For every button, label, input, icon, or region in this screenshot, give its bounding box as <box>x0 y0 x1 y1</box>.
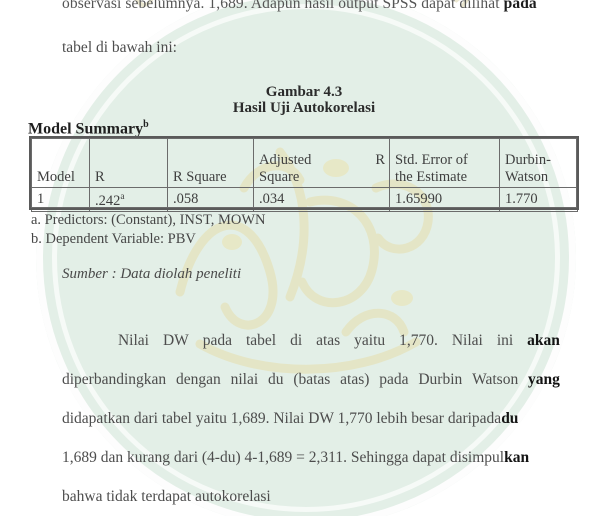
durbin-line2: Watson <box>505 169 549 185</box>
cell-durbin-watson: 1.770 <box>499 187 578 212</box>
p3-text: didapatkan dari tabel yaitu 1,689. Nilai… <box>62 410 502 427</box>
p5-text: bahwa tidak terdapat autokorelasi <box>62 488 271 505</box>
figure-caption-title: Hasil Uji Autokorelasi <box>232 100 376 116</box>
column-header-durbin-watson: Durbin- Watson <box>499 138 578 188</box>
p2-w1: dengan <box>176 371 221 388</box>
adjusted-r-word: R <box>375 152 385 168</box>
cell-r: .242a <box>89 187 168 212</box>
column-header-std-error: Std. Error of the Estimate <box>389 138 500 188</box>
p1-w5: atas <box>316 332 341 349</box>
p2-w5: atas) <box>340 371 370 388</box>
paragraph-line-5: bahwa tidak terdapat autokorelasi <box>62 488 271 506</box>
paragraph-line-1: Nilai DW pada tabel di atas yaitu 1,770.… <box>62 332 560 350</box>
clipped-top-line-tail: pada <box>503 0 537 12</box>
page-content: observasi sebelumnya. 1,689. Adapun hasi… <box>0 0 608 516</box>
paragraph-indent <box>62 332 104 350</box>
p4-tail: kan <box>504 449 530 466</box>
column-header-r: R <box>89 138 168 188</box>
p1-w6: yaitu <box>354 332 386 349</box>
p2-w3: du <box>267 371 284 388</box>
cell-model: 1 <box>31 187 90 212</box>
p2-w0: diperbandingkan <box>62 371 167 388</box>
table-footnote-a: a. Predictors: (Constant), INST, MOWN <box>31 212 266 228</box>
p2-w6: pada <box>379 371 409 388</box>
paragraph-line-3: didapatkan dari tabel yaitu 1,689. Nilai… <box>62 410 518 428</box>
table-title: Model Summaryb <box>28 119 149 138</box>
p2-tail: yang <box>528 371 560 388</box>
table-title-text: Model Summary <box>28 120 144 138</box>
document-page: UNIVERSITAS ISLAM observasi sebelumnya. … <box>0 0 608 516</box>
p1-w4: di <box>290 332 303 349</box>
table-header-row: Model R R Square Adjusted R Square Std. … <box>31 138 578 188</box>
p1-w0: Nilai <box>117 332 149 349</box>
column-header-model: Model <box>31 138 90 188</box>
paragraph-line-4: 1,689 dan kurang dari (4-du) 4-1,689 = 2… <box>62 449 529 467</box>
p2-w8: Watson <box>472 371 519 388</box>
column-header-r-square: R Square <box>167 138 254 188</box>
p4-text: 1,689 dan kurang dari (4-du) 4-1,689 = 2… <box>62 449 505 466</box>
cell-r-superscript: a <box>120 192 125 203</box>
model-summary-table: Model R R Square Adjusted R Square Std. … <box>31 138 578 212</box>
p2-w7: Durbin <box>418 371 463 388</box>
clipped-top-line-text: observasi sebelumnya. 1,689. Adapun hasi… <box>62 0 504 12</box>
intro-line: tabel di bawah ini: <box>62 39 177 56</box>
p2-w4: (batas <box>293 371 331 388</box>
table-title-superscript: b <box>143 119 149 130</box>
std-error-line1: Std. Error of <box>395 152 468 168</box>
p1-w7: 1,770. <box>399 332 438 349</box>
clipped-top-line: observasi sebelumnya. 1,689. Adapun hasi… <box>62 0 537 13</box>
table-row: 1 .242a .058 .034 1.65990 1.770 <box>31 187 578 212</box>
figure-caption-number: Gambar 4.3 <box>265 84 343 100</box>
p1-w1: DW <box>162 332 189 349</box>
adjusted-word: Adjusted <box>259 152 312 168</box>
p3-tail: du <box>501 410 519 427</box>
cell-r-square: .058 <box>167 187 254 212</box>
column-header-adjusted-r-square: Adjusted R Square <box>253 138 390 188</box>
p1-w2: pada <box>202 332 232 349</box>
p1-w9: ini <box>496 332 514 349</box>
cell-adjusted-r-square: .034 <box>253 187 390 212</box>
cell-std-error-estimate: 1.65990 <box>389 187 500 212</box>
adjusted-square-word: Square <box>259 169 300 185</box>
p1-w3: tabel <box>245 332 277 349</box>
cell-r-value: .242 <box>95 192 121 209</box>
paragraph-line-2: diperbandingkan dengan nilai du (batas a… <box>62 371 560 389</box>
std-error-line2: the Estimate <box>395 169 468 185</box>
p2-w2: nilai <box>230 371 259 388</box>
source-note: Sumber : Data diolah peneliti <box>62 266 242 282</box>
table-footnote-b: b. Dependent Variable: PBV <box>31 231 196 247</box>
p1-w8: Nilai <box>451 332 483 349</box>
durbin-line1: Durbin- <box>505 152 551 168</box>
p1-tail: akan <box>527 332 560 349</box>
